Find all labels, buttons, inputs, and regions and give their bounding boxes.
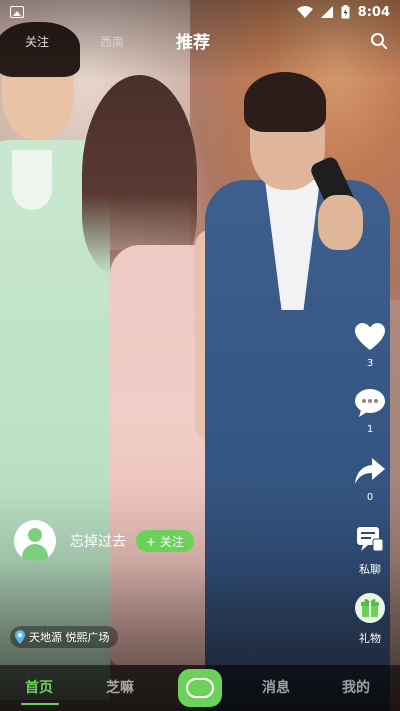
- like-button[interactable]: 3: [345, 322, 395, 369]
- location-chip[interactable]: 天地源 悦熙广场: [10, 626, 118, 648]
- share-button[interactable]: 0: [345, 456, 395, 503]
- comment-count: 1: [366, 424, 374, 435]
- bottom-nav: 首页 芝嘛 消息 我的: [0, 665, 400, 711]
- chat-label: 私聊: [359, 563, 381, 576]
- top-tabs: 关注 西南 推荐: [0, 26, 400, 56]
- nav-me[interactable]: 我的: [342, 677, 370, 697]
- avatar[interactable]: [14, 520, 56, 562]
- location-text: 天地源 悦熙广场: [29, 631, 110, 644]
- gift-icon: [355, 593, 385, 623]
- share-icon: [355, 458, 385, 484]
- publish-button[interactable]: [178, 669, 222, 707]
- chat-button[interactable]: 私聊: [345, 525, 395, 577]
- image-icon: [10, 6, 24, 18]
- like-count: 3: [366, 358, 374, 369]
- tab-follow[interactable]: 关注: [25, 33, 49, 50]
- tab-recommend[interactable]: 推荐: [176, 28, 210, 53]
- signal-icon: [320, 6, 333, 18]
- battery-charging-icon: [341, 5, 350, 19]
- heart-icon: [355, 323, 385, 350]
- gift-button[interactable]: 礼物: [345, 592, 395, 646]
- wifi-icon: [296, 6, 313, 18]
- chat-icon: [357, 527, 384, 552]
- status-time: 8:04: [357, 4, 390, 20]
- nav-zhima[interactable]: 芝嘛: [106, 677, 134, 697]
- video-player[interactable]: [0, 0, 400, 711]
- avatar-head: [28, 528, 42, 542]
- person-left-shirt: [12, 150, 52, 210]
- comment-button[interactable]: 1: [345, 388, 395, 435]
- author-row: 忘掉过去 + 关注: [14, 520, 194, 562]
- nav-home-indicator: [21, 703, 59, 705]
- nav-home[interactable]: 首页: [25, 677, 53, 697]
- gift-label: 礼物: [359, 632, 381, 645]
- nav-messages[interactable]: 消息: [262, 677, 290, 697]
- avatar-body: [22, 544, 48, 562]
- tab-same-city[interactable]: 西南: [100, 33, 124, 50]
- comment-icon: [355, 389, 385, 417]
- location-pin-icon: [15, 630, 25, 644]
- search-icon[interactable]: [370, 32, 388, 50]
- share-count: 0: [366, 492, 374, 503]
- follow-button[interactable]: + 关注: [136, 530, 194, 552]
- author-name[interactable]: 忘掉过去: [70, 531, 126, 551]
- status-bar: 8:04: [0, 0, 400, 24]
- person-right-hand: [318, 195, 363, 250]
- publish-icon: [186, 678, 214, 698]
- person-right-hair: [244, 72, 326, 132]
